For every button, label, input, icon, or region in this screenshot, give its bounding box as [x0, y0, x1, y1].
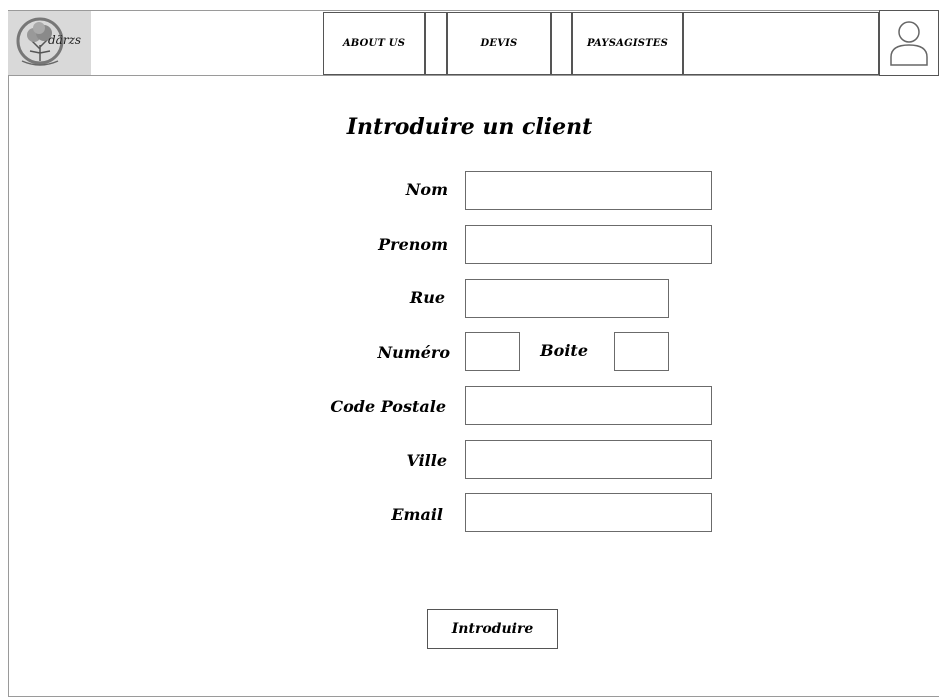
label-boite: Boite [540, 341, 588, 360]
email-input[interactable] [465, 493, 712, 532]
introduire-button[interactable]: Introduire [427, 609, 558, 649]
ville-input[interactable] [465, 440, 712, 479]
nav-about-us-label: ABOUT US [342, 38, 406, 49]
label-ville: Ville [406, 451, 447, 470]
nav-devis-label: DEVIS [480, 38, 518, 49]
nav-devis[interactable]: DEVIS [447, 12, 551, 75]
page: därzs ABOUT US DEVIS PAYSAGISTES Introdu… [0, 0, 939, 697]
label-code-postale: Code Postale [330, 397, 446, 416]
form-title: Introduire un client [346, 114, 593, 140]
label-email: Email [391, 505, 443, 524]
nav-paysagistes-label: PAYSAGISTES [586, 38, 669, 49]
logo[interactable]: därzs [8, 11, 91, 75]
label-nom: Nom [405, 180, 448, 199]
numero-input[interactable] [465, 332, 520, 371]
label-rue: Rue [409, 288, 445, 307]
nom-input[interactable] [465, 171, 712, 210]
prenom-input[interactable] [465, 225, 712, 264]
nav-empty-slot [683, 12, 879, 75]
label-prenom: Prenom [378, 235, 448, 254]
navbar: därzs ABOUT US DEVIS PAYSAGISTES [8, 10, 939, 76]
nav-paysagistes[interactable]: PAYSAGISTES [572, 12, 683, 75]
rue-input[interactable] [465, 279, 669, 318]
code-postale-input[interactable] [465, 386, 712, 425]
nav-about-us[interactable]: ABOUT US [323, 12, 425, 75]
user-profile-button[interactable] [879, 10, 939, 76]
boite-input[interactable] [614, 332, 669, 371]
label-numero: Numéro [377, 343, 450, 362]
logo-text: därzs [48, 33, 82, 47]
introduire-button-label: Introduire [451, 621, 534, 637]
user-avatar-icon [890, 21, 928, 66]
nav-separator [425, 12, 447, 75]
frame-left-border [8, 76, 9, 697]
nav-separator [551, 12, 572, 75]
